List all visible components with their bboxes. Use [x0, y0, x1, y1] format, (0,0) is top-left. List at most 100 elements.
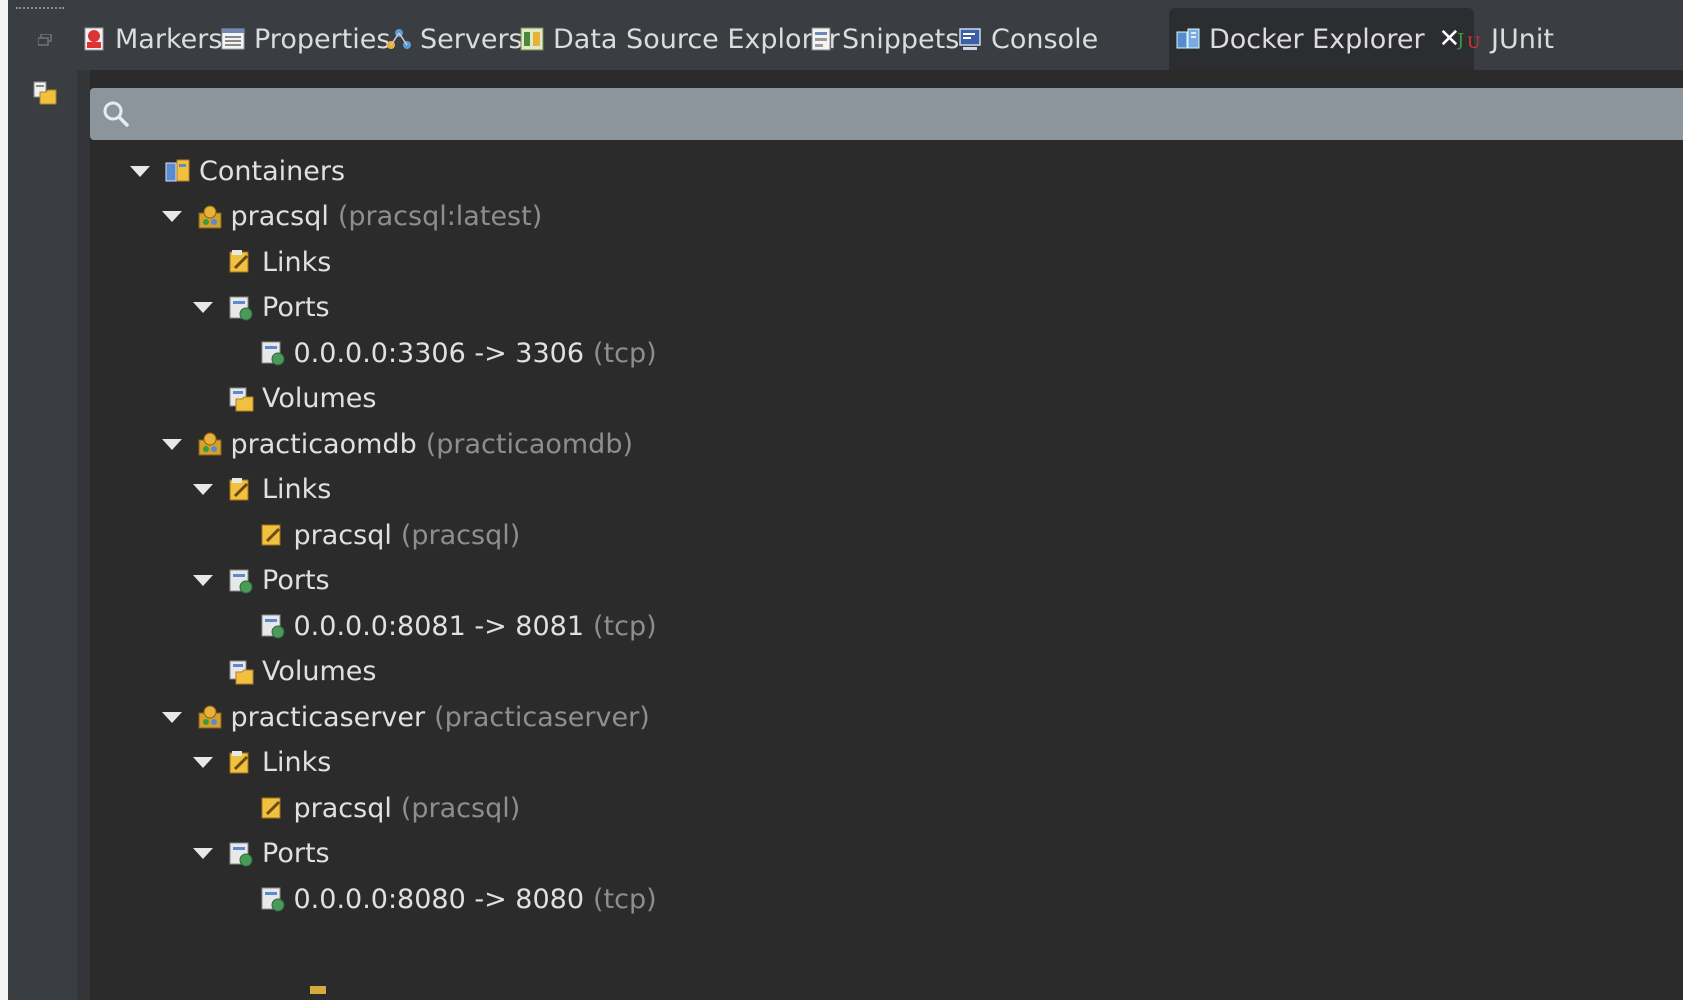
expand-arrow-icon[interactable]: [161, 211, 182, 222]
tree-item[interactable]: pracsql (pracsql): [225, 512, 521, 558]
view-tab-bar: Markers Properties Servers Data Source E…: [77, 0, 1683, 70]
tree-item-label: Volumes: [262, 383, 377, 414]
container-tree: Containers pracsql (pracsql:latest) Links Po…: [90, 148, 1683, 1000]
ports-icon: [229, 296, 253, 320]
docker-explorer-view: Markers Properties Servers Data Source E…: [77, 0, 1683, 1000]
tree-item[interactable]: practicaserver (practicaserver): [161, 694, 650, 740]
tree-item-detail: (tcp): [593, 883, 657, 915]
partially-visible-volumes-icon: [310, 986, 326, 994]
ports-icon: [229, 842, 253, 866]
search-icon: [103, 101, 129, 127]
tab-servers[interactable]: Servers: [386, 8, 523, 70]
tree-item[interactable]: Volumes: [193, 649, 377, 695]
expand-arrow-icon[interactable]: [193, 757, 213, 768]
tree-item[interactable]: 0.0.0.0:8081 -> 8081 (tcp): [225, 603, 657, 649]
tree-item-label: pracsql: [293, 519, 392, 551]
tab-properties[interactable]: Properties: [220, 8, 390, 70]
link-icon: [261, 524, 280, 546]
tab-snippets[interactable]: Snippets: [808, 8, 959, 70]
tree-item-label: Containers: [199, 155, 346, 187]
tab-data-source-explorer[interactable]: Data Source Explorer: [519, 8, 840, 70]
tree-item[interactable]: Links: [193, 239, 331, 285]
tab-label: Snippets: [842, 23, 960, 55]
expand-arrow-icon[interactable]: [161, 711, 182, 723]
tree-item[interactable]: Ports: [193, 558, 330, 604]
links-icon: [229, 477, 249, 500]
tree-item[interactable]: Links: [193, 740, 331, 786]
tree-item-label: Links: [262, 747, 332, 778]
tab-label: Properties: [254, 23, 391, 55]
expand-arrow-icon[interactable]: [193, 848, 213, 859]
snippets-icon: [811, 27, 831, 51]
links-icon: [229, 250, 249, 273]
tab-label: Markers: [115, 23, 223, 55]
tree-item-label: pracsql: [230, 201, 329, 232]
tab-markers[interactable]: Markers: [81, 8, 222, 70]
tree-item[interactable]: 0.0.0.0:3306 -> 3306 (tcp): [225, 330, 657, 376]
volumes-icon: [229, 660, 254, 684]
expand-arrow-icon[interactable]: [161, 438, 182, 450]
tree-item[interactable]: pracsql (pracsql): [225, 785, 521, 831]
svg-text:U: U: [1467, 33, 1480, 52]
link-icon: [261, 797, 280, 819]
tree-item[interactable]: Links: [193, 467, 331, 513]
tree-item[interactable]: Containers: [130, 148, 345, 194]
expand-arrow-icon[interactable]: [193, 302, 213, 313]
tree-item-label: Volumes: [262, 656, 377, 687]
expand-arrow-icon[interactable]: [193, 484, 213, 495]
container-icon: [198, 705, 221, 729]
tab-docker-explorer[interactable]: Docker Explorer ✕: [1169, 8, 1475, 70]
svg-text:J: J: [1457, 30, 1464, 51]
search-input[interactable]: [140, 94, 1644, 136]
tree-item[interactable]: practicaomdb (practicaomdb): [161, 421, 633, 467]
port-icon: [261, 614, 284, 639]
tree-item-detail: (practicaomdb): [425, 428, 633, 460]
tree-item[interactable]: 0.0.0.0:8080 -> 8080 (tcp): [225, 876, 657, 922]
links-icon: [229, 750, 249, 773]
tree-item-label: practicaomdb: [230, 428, 417, 460]
tree-item-detail: (pracsql): [400, 519, 521, 551]
tree-item[interactable]: Volumes: [193, 376, 377, 422]
properties-icon: [221, 28, 245, 50]
tab-junit[interactable]: J U JUnit: [1457, 8, 1554, 70]
junit-icon: J U: [1457, 30, 1480, 52]
containers-icon: [165, 159, 190, 182]
tab-label: Servers: [420, 23, 523, 55]
view-content: Containers pracsql (pracsql:latest) Links Po…: [90, 70, 1683, 1000]
console-icon: [959, 28, 981, 50]
port-icon: [261, 341, 284, 366]
tab-label: JUnit: [1491, 23, 1554, 55]
tree-item[interactable]: Ports: [193, 831, 330, 877]
minimized-view-icon[interactable]: [38, 34, 52, 46]
tree-item-detail: (practicaserver): [434, 701, 650, 733]
tree-item-detail: (pracsql:latest): [337, 201, 543, 232]
restore-view-icon[interactable]: [32, 80, 58, 106]
container-icon: [198, 432, 221, 456]
tree-item-label: 0.0.0.0:3306 -> 3306: [293, 337, 585, 369]
tab-label: Console: [991, 23, 1099, 55]
servers-icon: [387, 29, 411, 49]
tree-item[interactable]: Ports: [193, 285, 330, 331]
data-source-explorer-icon: [520, 27, 544, 51]
tree-item-label: Links: [262, 246, 332, 278]
tree-item-label: 0.0.0.0:8080 -> 8080: [293, 883, 585, 915]
expand-arrow-icon[interactable]: [193, 575, 213, 586]
tab-label: Data Source Explorer: [553, 23, 840, 55]
docker-explorer-icon: [1176, 28, 1200, 49]
search-bar: [90, 88, 1683, 140]
expand-arrow-icon[interactable]: [130, 165, 150, 177]
tree-item-label: Links: [262, 474, 332, 505]
tree-item-detail: (tcp): [593, 337, 657, 369]
drag-handle[interactable]: [16, 7, 64, 12]
tree-item-label: pracsql: [293, 792, 392, 824]
tree-item-detail: (tcp): [593, 610, 657, 642]
markers-icon: [84, 27, 104, 51]
tree-item-label: 0.0.0.0:8081 -> 8081: [293, 610, 585, 642]
tree-item[interactable]: pracsql (pracsql:latest): [161, 194, 543, 240]
left-trim-bar: [8, 0, 77, 1000]
tree-item-detail: (pracsql): [400, 792, 521, 824]
tab-console[interactable]: Console: [957, 8, 1098, 70]
volumes-icon: [229, 387, 254, 411]
container-icon: [198, 205, 221, 228]
tree-item-label: practicaserver: [230, 701, 426, 733]
